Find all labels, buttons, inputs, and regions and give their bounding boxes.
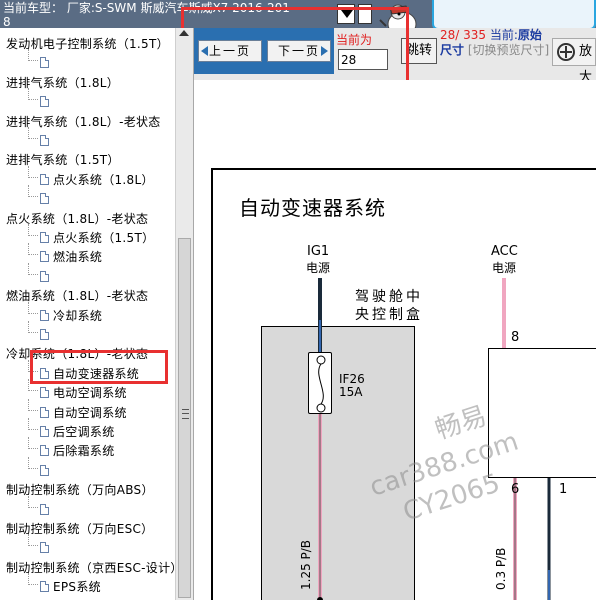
tree-connector: [28, 418, 38, 430]
tree-item[interactable]: 点火系统（1.8L）: [28, 165, 154, 190]
document-icon: [40, 173, 49, 185]
diagram-page: 自动变速器系统 IG1 电源 ACC 电源 驾驶舱中央控制盒 IF26 15A …: [211, 168, 596, 600]
tree-item[interactable]: 冷却系统: [28, 301, 103, 326]
tree-item[interactable]: 后除霜系统: [28, 437, 115, 461]
tree-item[interactable]: EPS系统: [28, 573, 101, 597]
tree-item[interactable]: [28, 534, 53, 558]
document-viewer: 自动变速器系统 IG1 电源 ACC 电源 驾驶舱中央控制盒 IF26 15A …: [194, 80, 596, 600]
tree-item[interactable]: [28, 495, 53, 520]
document-icon: [40, 329, 49, 340]
document-icon: [40, 57, 49, 69]
pin-1-label: 1: [559, 482, 568, 497]
tree-item[interactable]: 进排气系统（1.8L）: [6, 73, 119, 93]
tree-item-label: 点火系统（1.5T）: [53, 231, 155, 245]
zoom-in-button[interactable]: 放大: [552, 38, 596, 85]
fuse-symbol: [308, 352, 332, 414]
tree-connector: [28, 437, 38, 450]
tree-item-label: 冷却系统: [53, 308, 103, 323]
selection-highlight: [30, 350, 168, 384]
size-toggle-link[interactable]: [切换预览尺寸]: [468, 43, 549, 57]
tree-item[interactable]: [28, 321, 53, 345]
tree-connector: [28, 321, 38, 333]
tree-item-label: EPS系统: [53, 580, 101, 595]
tree-item-label: 电动空调系统: [53, 386, 127, 401]
tree-item[interactable]: [28, 185, 53, 209]
page-info: 28/ 335 当前:原始尺寸 [切换预览尺寸]: [440, 28, 552, 58]
fuse-icon: [316, 355, 326, 413]
document-icon: [40, 503, 49, 515]
tree-item[interactable]: 燃油系统: [28, 243, 103, 267]
tree-item-label: 自动空调系统: [53, 405, 127, 420]
tree-connector: [28, 573, 38, 586]
tree-item[interactable]: [28, 127, 53, 151]
tree-connector: [28, 456, 38, 469]
tree-connector: [28, 495, 38, 508]
document-icon: [40, 464, 49, 476]
tree-connector: [28, 127, 38, 139]
scroll-up-icon[interactable]: [179, 30, 189, 36]
document-icon: [40, 135, 49, 146]
current-prefix: 当前:: [489, 28, 518, 42]
right-wire-label: 0.3 P/B: [494, 547, 508, 590]
page-fraction: 28/ 335: [440, 28, 487, 42]
scrollbar-thumb[interactable]: [178, 238, 191, 598]
tree-item-label: 后除霜系统: [53, 444, 115, 459]
document-icon: [40, 581, 49, 593]
left-wire-label: 1.25 P/B: [299, 539, 313, 590]
document-icon: [40, 542, 49, 554]
document-icon: [40, 426, 49, 437]
document-icon: [40, 251, 49, 263]
tree-item[interactable]: [28, 456, 53, 481]
tree-connector: [28, 185, 38, 198]
tree-connector: [28, 88, 38, 101]
tree-item[interactable]: 进排气系统（1.5T）: [6, 150, 120, 170]
fuse-label: IF26 15A: [339, 373, 365, 399]
document-icon: [40, 445, 49, 457]
grip-icon: [182, 409, 189, 419]
tree-item[interactable]: [28, 49, 53, 73]
sidebar-scrollbar[interactable]: [175, 28, 194, 600]
document-icon: [40, 193, 49, 205]
tree-item-label: 燃油系统: [53, 250, 103, 265]
zoom-in-icon: [557, 43, 575, 61]
document-icon: [40, 309, 49, 321]
tree-item[interactable]: 自动空调系统: [28, 398, 127, 423]
tree-connector: [28, 49, 38, 62]
tree-connector: [28, 262, 38, 275]
tree-connector: [28, 398, 38, 411]
document-icon: [40, 96, 49, 108]
transmission-module-box: [488, 348, 596, 478]
document-icon: [40, 232, 49, 243]
fuse-rating: 15A: [339, 385, 363, 399]
document-icon: [40, 270, 49, 282]
tree-item-label: 进排气系统（1.8L）: [6, 75, 120, 90]
tree-connector: [28, 243, 38, 256]
tree-connector: [28, 534, 38, 547]
sidebar-tree: 发动机电子控制系统（1.5T） 进排气系统（1.8L） 进排气系统（1.8L）-老状…: [0, 28, 175, 600]
tree-item[interactable]: 点火系统（1.5T）: [28, 224, 155, 248]
document-icon: [40, 406, 49, 418]
pin-8-label: 8: [511, 330, 520, 345]
tree-item[interactable]: [28, 88, 53, 112]
tree-connector: [28, 301, 38, 314]
tree-item[interactable]: 电动空调系统: [28, 379, 127, 403]
tree-connector: [28, 224, 38, 236]
pin-6-label: 6: [511, 482, 520, 497]
tree-item[interactable]: [28, 262, 53, 287]
tree-item-label: 进排气系统（1.5T）: [6, 153, 120, 168]
tree-item-label: 后空调系统: [53, 425, 115, 439]
tree-item[interactable]: 后空调系统: [28, 418, 115, 442]
tree-connector: [28, 165, 38, 178]
top-right-panel: [432, 0, 596, 30]
document-icon: [40, 387, 49, 399]
tree-item-label: 点火系统（1.8L）: [53, 172, 154, 187]
